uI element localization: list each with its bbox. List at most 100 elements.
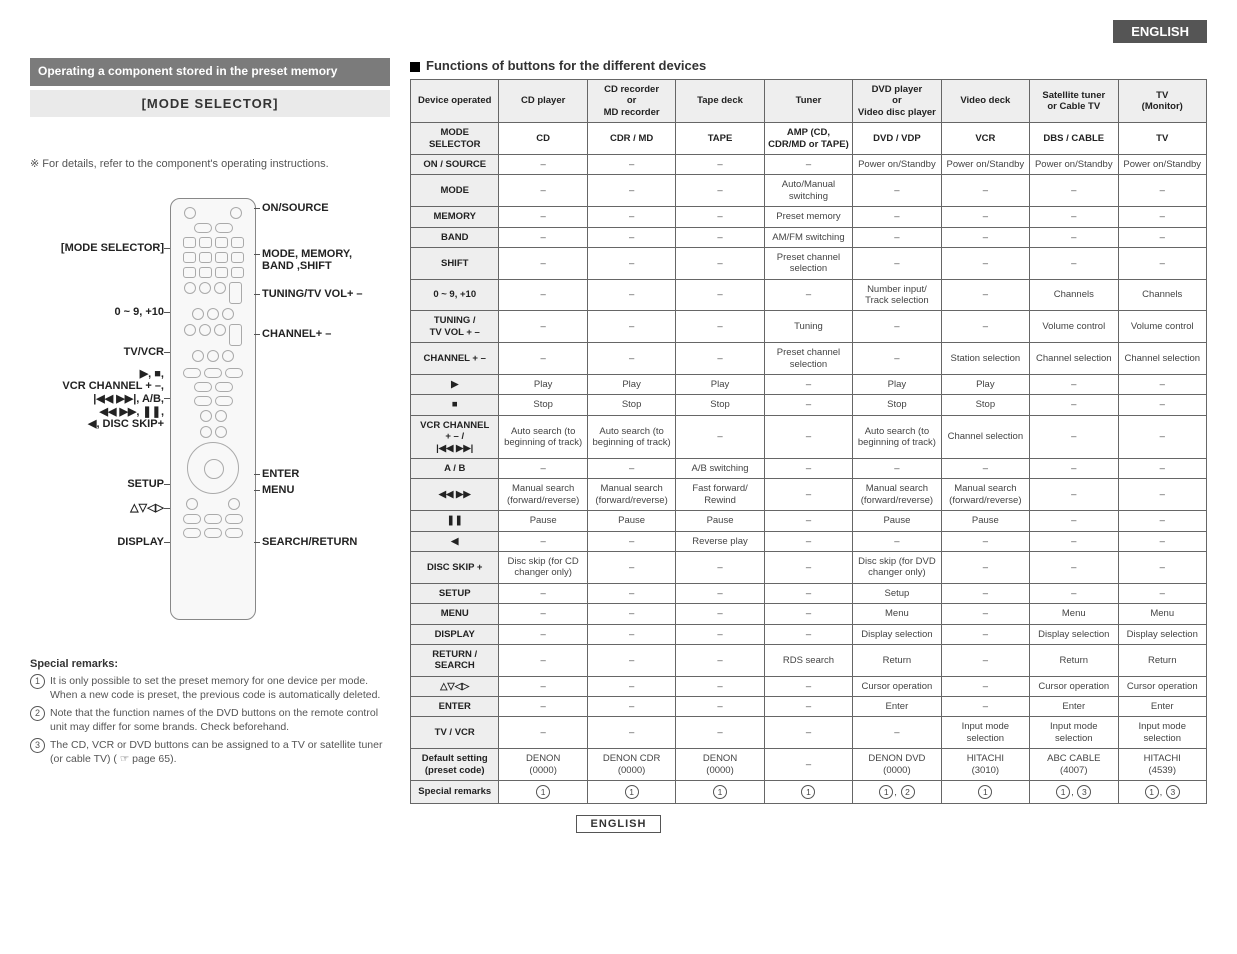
- table-cell: Preset channelselection: [764, 343, 852, 375]
- table-cell: –: [676, 311, 764, 343]
- table-cell: Tuning: [764, 311, 852, 343]
- table-row-header: ENTER: [411, 697, 499, 717]
- table-cell: –: [587, 458, 675, 478]
- table-cell: Return: [1030, 644, 1118, 676]
- table-cell: –: [853, 311, 941, 343]
- table-cell: –: [764, 749, 852, 781]
- table-row: MODE SELECTORCDCDR / MDTAPEAMP (CD,CDR/M…: [411, 123, 1207, 155]
- table-cell: Input modeselection: [1118, 717, 1207, 749]
- table-cell: –: [1118, 247, 1207, 279]
- table-cell: –: [853, 207, 941, 227]
- table-cell: Preset channelselection: [764, 247, 852, 279]
- table-cell: –: [1118, 207, 1207, 227]
- table-cell: 1, 3: [1118, 781, 1207, 804]
- table-cell: –: [676, 604, 764, 624]
- callout-tuning: TUNING/TV VOL+ –: [262, 288, 363, 301]
- callout-menu: MENU: [262, 484, 294, 497]
- table-row: ■StopStopStop–StopStop––: [411, 395, 1207, 415]
- table-cell: –: [1118, 511, 1207, 531]
- table-cell: –: [764, 395, 852, 415]
- table-cell: –: [1118, 415, 1207, 458]
- table-cell: Stop: [499, 395, 587, 415]
- table-cell: –: [587, 717, 675, 749]
- table-row-header: ❚❚: [411, 511, 499, 531]
- callout-search-return: SEARCH/RETURN: [262, 536, 357, 549]
- language-badge-top: ENGLISH: [1113, 20, 1207, 43]
- table-header-cell: CD player: [499, 80, 587, 123]
- table-cell: Input modeselection: [941, 717, 1029, 749]
- table-cell: Preset memory: [764, 207, 852, 227]
- table-cell: –: [676, 624, 764, 644]
- table-row: MEMORY–––Preset memory––––: [411, 207, 1207, 227]
- table-header-cell: CD recorderorMD recorder: [587, 80, 675, 123]
- table-cell: –: [941, 697, 1029, 717]
- table-cell: Pause: [499, 511, 587, 531]
- table-row: Special remarks11111, 211, 31, 3: [411, 781, 1207, 804]
- table-cell: –: [1118, 175, 1207, 207]
- table-row: DISC SKIP +Disc skip (for CDchanger only…: [411, 551, 1207, 583]
- table-row-header: SETUP: [411, 583, 499, 603]
- table-cell: Enter: [1030, 697, 1118, 717]
- table-row-header: ON / SOURCE: [411, 154, 499, 174]
- callout-transport: ▶, ■, VCR CHANNEL + –, |◀◀ ▶▶|, A/B, ◀◀ …: [30, 368, 164, 431]
- table-cell: Stop: [853, 395, 941, 415]
- table-cell: A/B switching: [676, 458, 764, 478]
- table-cell: 1: [764, 781, 852, 804]
- table-row: DISPLAY––––Display selection–Display sel…: [411, 624, 1207, 644]
- table-header-cell: TV(Monitor): [1118, 80, 1207, 123]
- table-cell: Auto search (tobeginning of track): [587, 415, 675, 458]
- table-cell: 1: [499, 781, 587, 804]
- table-cell: –: [1030, 227, 1118, 247]
- table-cell: Display selection: [1118, 624, 1207, 644]
- table-header-cell: Device operated: [411, 80, 499, 123]
- table-cell: –: [676, 583, 764, 603]
- table-cell: –: [676, 343, 764, 375]
- table-cell: Setup: [853, 583, 941, 603]
- table-cell: Play: [676, 375, 764, 395]
- table-cell: Channel selection: [941, 415, 1029, 458]
- callout-tv-vcr: TV/VCR: [30, 346, 164, 359]
- table-row: Default setting(preset code)DENON(0000)D…: [411, 749, 1207, 781]
- table-row-header: ◀◀ ▶▶: [411, 479, 499, 511]
- table-cell: –: [1030, 458, 1118, 478]
- table-cell: –: [941, 676, 1029, 696]
- remote-outline: [170, 198, 256, 620]
- table-cell: –: [764, 604, 852, 624]
- table-cell: –: [1030, 247, 1118, 279]
- table-row: TV / VCR–––––Input modeselectionInput mo…: [411, 717, 1207, 749]
- table-row: TUNING /TV VOL + ––––Tuning––Volume cont…: [411, 311, 1207, 343]
- table-cell: DENON(0000): [499, 749, 587, 781]
- table-cell: Menu: [1030, 604, 1118, 624]
- table-cell: Play: [941, 375, 1029, 395]
- table-cell: –: [499, 279, 587, 311]
- table-cell: Play: [499, 375, 587, 395]
- table-row: △▽◁▷––––Cursor operation–Cursor operatio…: [411, 676, 1207, 696]
- table-cell: –: [587, 279, 675, 311]
- table-row: ON / SOURCE––––Power on/StandbyPower on/…: [411, 154, 1207, 174]
- table-cell: Pause: [587, 511, 675, 531]
- table-cell: –: [941, 531, 1029, 551]
- callout-enter: ENTER: [262, 468, 299, 481]
- table-cell: –: [499, 644, 587, 676]
- table-cell: –: [587, 551, 675, 583]
- table-cell: Channel selection: [1118, 343, 1207, 375]
- table-header-row: Device operatedCD playerCD recorderorMD …: [411, 80, 1207, 123]
- table-cell: –: [764, 415, 852, 458]
- table-header-cell: Tape deck: [676, 80, 764, 123]
- table-cell: ABC CABLE(4007): [1030, 749, 1118, 781]
- table-cell: –: [941, 644, 1029, 676]
- table-cell: –: [1030, 175, 1118, 207]
- table-cell: HITACHI(4539): [1118, 749, 1207, 781]
- table-cell: –: [587, 311, 675, 343]
- table-row-header: SHIFT: [411, 247, 499, 279]
- table-cell: Stop: [676, 395, 764, 415]
- table-cell: –: [676, 175, 764, 207]
- table-cell: –: [1030, 375, 1118, 395]
- table-cell: –: [676, 247, 764, 279]
- table-cell: –: [676, 717, 764, 749]
- table-row-header: BAND: [411, 227, 499, 247]
- table-cell: –: [676, 227, 764, 247]
- table-row-header: MEMORY: [411, 207, 499, 227]
- table-cell: Channels: [1030, 279, 1118, 311]
- table-cell: Play: [853, 375, 941, 395]
